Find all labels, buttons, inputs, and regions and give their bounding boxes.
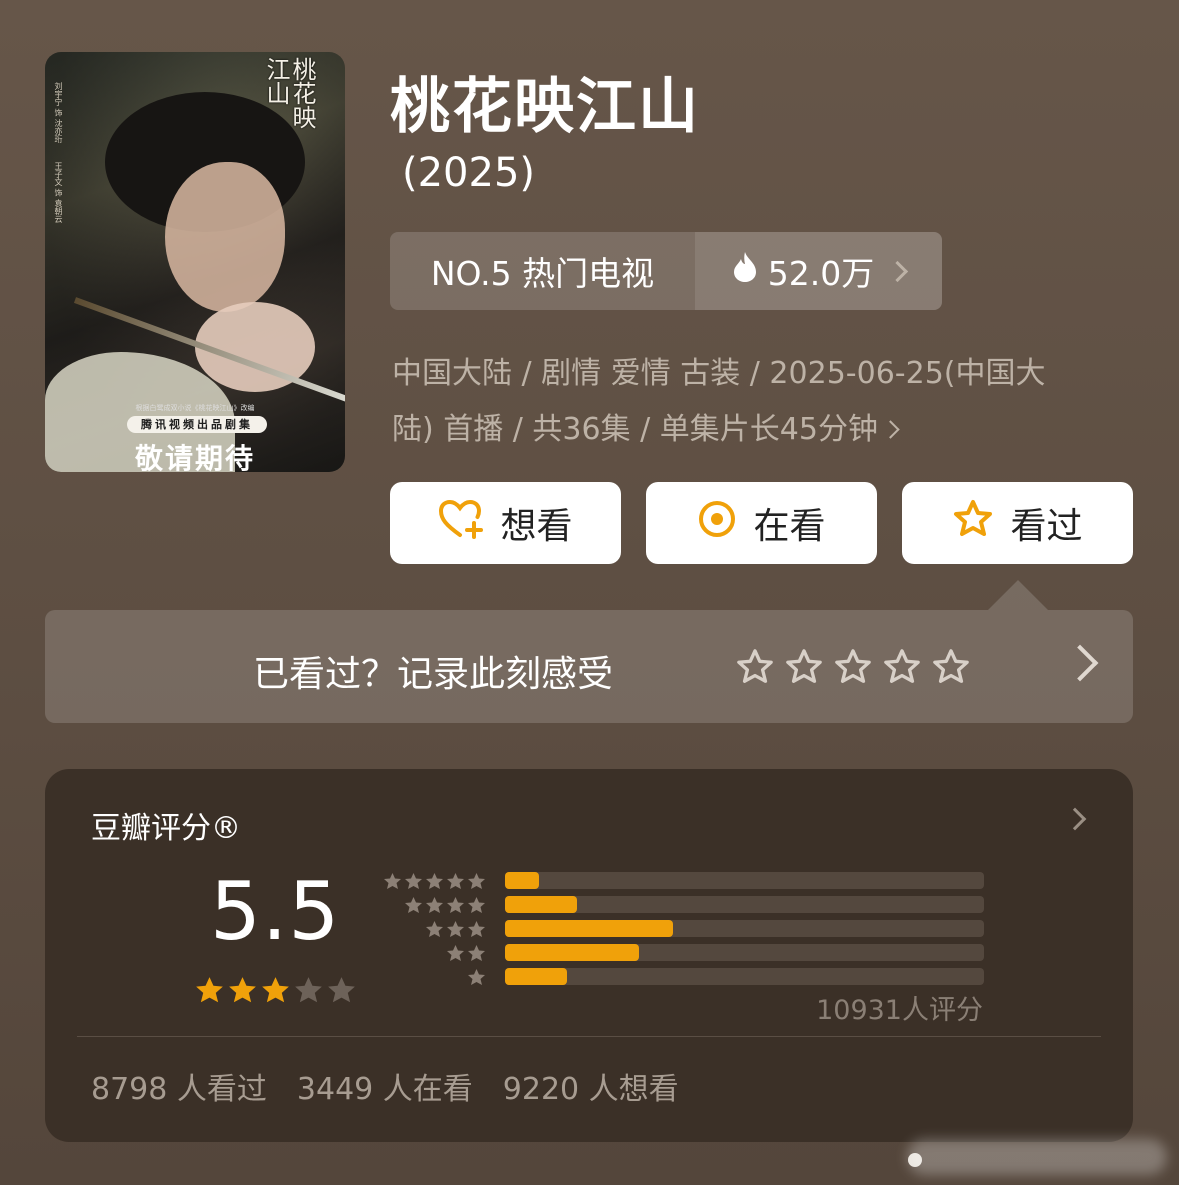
heart-plus-icon <box>438 499 484 548</box>
star-outline-icon[interactable] <box>784 648 824 690</box>
rank-label: NO.5 热门电视 <box>430 254 655 293</box>
rating-distribution-row <box>385 966 985 990</box>
star-small-icon <box>466 871 487 896</box>
rating-distribution-row <box>385 942 985 966</box>
star-small-icon <box>466 919 487 944</box>
meta-info[interactable]: 中国大陆 / 剧情 爱情 古装 / 2025-06-25(中国大 陆) 首播 /… <box>392 346 1132 458</box>
watching-button[interactable]: 在看 <box>646 482 877 564</box>
star-small-icon <box>382 871 403 896</box>
meta-line-2: 陆) 首播 / 共36集 / 单集片长45分钟 <box>392 412 878 447</box>
star-outline-icon[interactable] <box>931 648 971 690</box>
rating-header: 豆瓣评分® <box>91 811 241 846</box>
star-small-icon <box>466 967 487 992</box>
release-year: (2025) <box>402 150 536 196</box>
poster-figure-man <box>165 162 285 312</box>
bar-fill <box>505 944 640 961</box>
star-filled-icon <box>226 974 259 1011</box>
bar-track <box>505 896 984 913</box>
bar-fill <box>505 920 673 937</box>
star-filled-icon <box>193 974 226 1011</box>
page-title: 桃花映江山 <box>390 72 700 142</box>
row-stars <box>403 895 487 920</box>
douban-rating-card[interactable]: 豆瓣评分® 5.5 10931人评分 8798 人看过 3449 人在看 922… <box>45 769 1133 1142</box>
target-icon <box>697 499 737 548</box>
bar-track <box>505 968 984 985</box>
rating-score: 5.5 <box>210 865 341 958</box>
watermark <box>907 1139 1167 1175</box>
star-outline-icon <box>952 499 994 548</box>
star-small-icon <box>424 895 445 920</box>
bar-fill <box>505 896 577 913</box>
rating-stars <box>193 974 358 1011</box>
popover-caret <box>988 580 1048 610</box>
row-stars <box>466 967 487 992</box>
star-small-icon <box>424 919 445 944</box>
rating-distribution-row <box>385 918 985 942</box>
watched-count: 8798 人看过 <box>91 1072 267 1107</box>
star-small-icon <box>403 871 424 896</box>
watched-button[interactable]: 看过 <box>902 482 1133 564</box>
star-outline-icon[interactable] <box>735 648 775 690</box>
bar-fill <box>505 872 539 889</box>
heat-value: 52.0万 <box>767 254 875 293</box>
row-stars <box>445 943 487 968</box>
flame-icon <box>732 251 758 291</box>
bar-track <box>505 944 984 961</box>
want-button[interactable]: 想看 <box>390 482 621 564</box>
star-small-icon <box>424 871 445 896</box>
poster-tagline-big: 敬请期待 <box>134 442 255 472</box>
chevron-right-icon <box>1063 807 1087 831</box>
star-outline-icon[interactable] <box>833 648 873 690</box>
bar-track <box>505 920 984 937</box>
star-small-icon <box>445 871 466 896</box>
row-stars <box>424 919 487 944</box>
star-empty-icon <box>292 974 325 1011</box>
poster-logo: 桃花映江山 <box>262 57 316 129</box>
star-small-icon <box>466 943 487 968</box>
heat-link[interactable]: 52.0万 <box>695 232 942 310</box>
rating-distribution <box>382 870 985 990</box>
poster-pill: 腾讯视频出品剧集 <box>127 416 267 433</box>
rating-distribution-row <box>385 894 985 918</box>
star-empty-icon <box>325 974 358 1011</box>
rank-badge[interactable]: NO.5 热门电视 52.0万 <box>390 232 942 310</box>
poster-tagline-small: 根据白鹭成双小说《桃花映江山》改编 <box>135 404 255 412</box>
record-feeling-panel[interactable]: 已看过？记录此刻感受 <box>45 610 1133 723</box>
star-outline-icon[interactable] <box>882 648 922 690</box>
want-label: 想看 <box>500 506 573 547</box>
chevron-right-icon <box>881 420 900 439</box>
meta-line-1: 中国大陆 / 剧情 爱情 古装 / 2025-06-25(中国大 <box>392 356 1046 391</box>
watch-summary: 8798 人看过 3449 人在看 9220 人想看 <box>91 1064 679 1108</box>
poster-credit-2: 王子文 饰 袁朝云 <box>54 162 63 224</box>
star-small-icon <box>403 895 424 920</box>
bar-fill <box>505 968 568 985</box>
bar-track <box>505 872 984 889</box>
want-count: 9220 人想看 <box>502 1072 679 1107</box>
watching-count: 3449 人在看 <box>296 1072 473 1107</box>
poster-credit-1: 刘宇宁 饰 沈亦珩 <box>54 82 63 144</box>
poster-image[interactable]: 刘宇宁 饰 沈亦珩 王子文 饰 袁朝云 桃花映江山 根据白鹭成双小说《桃花映江山… <box>45 52 345 472</box>
chevron-right-icon <box>887 260 909 282</box>
rating-distribution-row <box>382 870 985 896</box>
rating-votes: 10931人评分 <box>816 995 983 1026</box>
row-stars <box>382 871 487 896</box>
star-small-icon <box>445 919 466 944</box>
watched-label: 看过 <box>1010 506 1083 547</box>
record-label: 已看过？记录此刻感受 <box>253 654 614 695</box>
star-small-icon <box>466 895 487 920</box>
star-filled-icon <box>259 974 292 1011</box>
rating-input-stars[interactable] <box>735 648 971 690</box>
chevron-right-icon <box>1061 644 1099 682</box>
star-small-icon <box>445 943 466 968</box>
divider <box>77 1036 1101 1037</box>
watching-label: 在看 <box>753 506 826 547</box>
star-small-icon <box>445 895 466 920</box>
